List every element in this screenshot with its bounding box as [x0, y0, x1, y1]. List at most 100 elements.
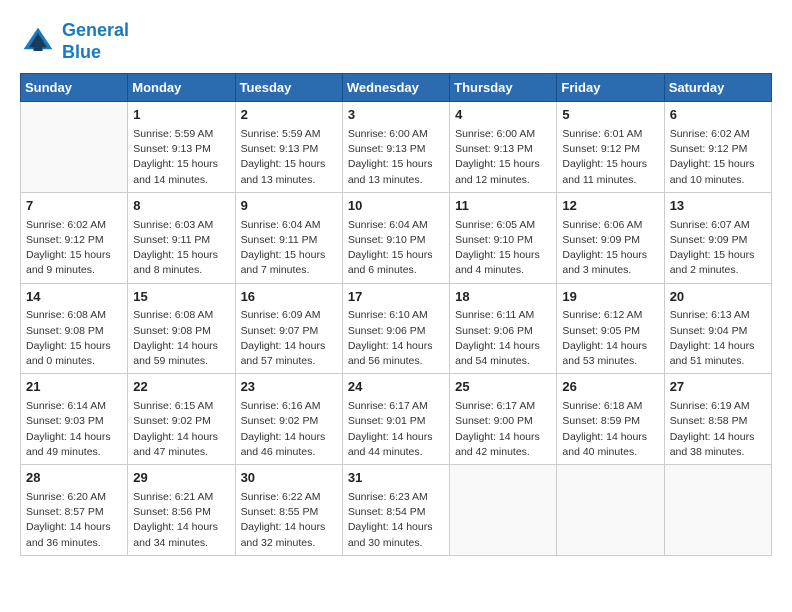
day-number: 25 — [455, 378, 551, 397]
col-header-monday: Monday — [128, 74, 235, 102]
day-info: Sunrise: 6:17 AM Sunset: 9:00 PM Dayligh… — [455, 399, 551, 460]
day-info: Sunrise: 6:05 AM Sunset: 9:10 PM Dayligh… — [455, 218, 551, 279]
day-number: 31 — [348, 469, 444, 488]
calendar-cell: 5 Sunrise: 6:01 AM Sunset: 9:12 PM Daylig… — [557, 102, 664, 193]
calendar-cell: 7 Sunrise: 6:02 AM Sunset: 9:12 PM Daylig… — [21, 192, 128, 283]
day-info: Sunrise: 6:15 AM Sunset: 9:02 PM Dayligh… — [133, 399, 229, 460]
col-header-tuesday: Tuesday — [235, 74, 342, 102]
calendar-cell: 24 Sunrise: 6:17 AM Sunset: 9:01 PM Dayli… — [342, 374, 449, 465]
calendar-table: SundayMondayTuesdayWednesdayThursdayFrid… — [20, 73, 772, 556]
day-number: 20 — [670, 288, 766, 307]
calendar-cell: 8Sunrise: 6:03 AM Sunset: 9:11 PM Daylig… — [128, 192, 235, 283]
day-info: Sunrise: 6:02 AM Sunset: 9:12 PM Dayligh… — [26, 218, 122, 279]
day-number: 23 — [241, 378, 337, 397]
calendar-cell: 21 Sunrise: 6:14 AM Sunset: 9:03 PM Dayli… — [21, 374, 128, 465]
day-info: Sunrise: 6:09 AM Sunset: 9:07 PM Dayligh… — [241, 308, 337, 369]
day-info: Sunrise: 6:22 AM Sunset: 8:55 PM Dayligh… — [241, 490, 337, 551]
calendar-cell — [664, 465, 771, 556]
calendar-cell: 23 Sunrise: 6:16 AM Sunset: 9:02 PM Dayli… — [235, 374, 342, 465]
calendar-cell: 22 Sunrise: 6:15 AM Sunset: 9:02 PM Dayli… — [128, 374, 235, 465]
calendar-cell: 9 Sunrise: 6:04 AM Sunset: 9:11 PM Daylig… — [235, 192, 342, 283]
week-row-3: 14Sunrise: 6:08 AM Sunset: 9:08 PM Dayli… — [21, 283, 772, 374]
day-info: Sunrise: 6:14 AM Sunset: 9:03 PM Dayligh… — [26, 399, 122, 460]
col-header-sunday: Sunday — [21, 74, 128, 102]
day-number: 8 — [133, 197, 229, 216]
day-info: Sunrise: 6:04 AM Sunset: 9:10 PM Dayligh… — [348, 218, 444, 279]
day-number: 22 — [133, 378, 229, 397]
day-info: Sunrise: 6:04 AM Sunset: 9:11 PM Dayligh… — [241, 218, 337, 279]
calendar-cell: 27Sunrise: 6:19 AM Sunset: 8:58 PM Dayli… — [664, 374, 771, 465]
col-header-friday: Friday — [557, 74, 664, 102]
calendar-cell: 19Sunrise: 6:12 AM Sunset: 9:05 PM Dayli… — [557, 283, 664, 374]
day-info: Sunrise: 5:59 AM Sunset: 9:13 PM Dayligh… — [241, 127, 337, 188]
day-info: Sunrise: 6:01 AM Sunset: 9:12 PM Dayligh… — [562, 127, 658, 188]
day-number: 17 — [348, 288, 444, 307]
calendar-cell: 31Sunrise: 6:23 AM Sunset: 8:54 PM Dayli… — [342, 465, 449, 556]
day-number: 5 — [562, 106, 658, 125]
day-info: Sunrise: 6:11 AM Sunset: 9:06 PM Dayligh… — [455, 308, 551, 369]
day-number: 12 — [562, 197, 658, 216]
day-info: Sunrise: 6:00 AM Sunset: 9:13 PM Dayligh… — [348, 127, 444, 188]
day-info: Sunrise: 6:08 AM Sunset: 9:08 PM Dayligh… — [133, 308, 229, 369]
day-number: 15 — [133, 288, 229, 307]
week-row-1: 1 Sunrise: 5:59 AM Sunset: 9:13 PM Daylig… — [21, 102, 772, 193]
col-header-wednesday: Wednesday — [342, 74, 449, 102]
day-info: Sunrise: 6:16 AM Sunset: 9:02 PM Dayligh… — [241, 399, 337, 460]
day-number: 28 — [26, 469, 122, 488]
day-info: Sunrise: 6:17 AM Sunset: 9:01 PM Dayligh… — [348, 399, 444, 460]
day-info: Sunrise: 6:19 AM Sunset: 8:58 PM Dayligh… — [670, 399, 766, 460]
day-info: Sunrise: 6:08 AM Sunset: 9:08 PM Dayligh… — [26, 308, 122, 369]
day-info: Sunrise: 6:06 AM Sunset: 9:09 PM Dayligh… — [562, 218, 658, 279]
day-number: 9 — [241, 197, 337, 216]
week-row-2: 7 Sunrise: 6:02 AM Sunset: 9:12 PM Daylig… — [21, 192, 772, 283]
week-row-5: 28 Sunrise: 6:20 AM Sunset: 8:57 PM Dayli… — [21, 465, 772, 556]
calendar-cell: 12 Sunrise: 6:06 AM Sunset: 9:09 PM Dayli… — [557, 192, 664, 283]
calendar-cell: 26Sunrise: 6:18 AM Sunset: 8:59 PM Dayli… — [557, 374, 664, 465]
calendar-cell: 1 Sunrise: 5:59 AM Sunset: 9:13 PM Daylig… — [128, 102, 235, 193]
day-info: Sunrise: 6:21 AM Sunset: 8:56 PM Dayligh… — [133, 490, 229, 551]
calendar-cell: 29Sunrise: 6:21 AM Sunset: 8:56 PM Dayli… — [128, 465, 235, 556]
day-number: 16 — [241, 288, 337, 307]
calendar-cell — [450, 465, 557, 556]
day-number: 6 — [670, 106, 766, 125]
col-header-saturday: Saturday — [664, 74, 771, 102]
day-info: Sunrise: 6:02 AM Sunset: 9:12 PM Dayligh… — [670, 127, 766, 188]
day-info: Sunrise: 6:10 AM Sunset: 9:06 PM Dayligh… — [348, 308, 444, 369]
week-row-4: 21 Sunrise: 6:14 AM Sunset: 9:03 PM Dayli… — [21, 374, 772, 465]
day-info: Sunrise: 6:18 AM Sunset: 8:59 PM Dayligh… — [562, 399, 658, 460]
day-number: 10 — [348, 197, 444, 216]
day-number: 4 — [455, 106, 551, 125]
day-number: 21 — [26, 378, 122, 397]
calendar-cell: 11 Sunrise: 6:05 AM Sunset: 9:10 PM Dayli… — [450, 192, 557, 283]
calendar-header: SundayMondayTuesdayWednesdayThursdayFrid… — [21, 74, 772, 102]
logo-icon — [20, 24, 56, 60]
day-number: 30 — [241, 469, 337, 488]
calendar-cell — [21, 102, 128, 193]
day-info: Sunrise: 6:12 AM Sunset: 9:05 PM Dayligh… — [562, 308, 658, 369]
calendar-header-row: SundayMondayTuesdayWednesdayThursdayFrid… — [21, 74, 772, 102]
calendar-cell: 6 Sunrise: 6:02 AM Sunset: 9:12 PM Daylig… — [664, 102, 771, 193]
calendar-cell: 13Sunrise: 6:07 AM Sunset: 9:09 PM Dayli… — [664, 192, 771, 283]
calendar-cell: 4 Sunrise: 6:00 AM Sunset: 9:13 PM Daylig… — [450, 102, 557, 193]
day-number: 14 — [26, 288, 122, 307]
calendar-cell — [557, 465, 664, 556]
calendar-cell: 18Sunrise: 6:11 AM Sunset: 9:06 PM Dayli… — [450, 283, 557, 374]
day-number: 11 — [455, 197, 551, 216]
day-number: 24 — [348, 378, 444, 397]
day-number: 7 — [26, 197, 122, 216]
day-info: Sunrise: 6:07 AM Sunset: 9:09 PM Dayligh… — [670, 218, 766, 279]
logo: General Blue — [20, 20, 129, 63]
day-number: 2 — [241, 106, 337, 125]
day-number: 1 — [133, 106, 229, 125]
calendar-cell: 28 Sunrise: 6:20 AM Sunset: 8:57 PM Dayli… — [21, 465, 128, 556]
day-info: Sunrise: 6:00 AM Sunset: 9:13 PM Dayligh… — [455, 127, 551, 188]
day-number: 3 — [348, 106, 444, 125]
day-info: Sunrise: 6:20 AM Sunset: 8:57 PM Dayligh… — [26, 490, 122, 551]
day-info: Sunrise: 5:59 AM Sunset: 9:13 PM Dayligh… — [133, 127, 229, 188]
calendar-cell: 3 Sunrise: 6:00 AM Sunset: 9:13 PM Daylig… — [342, 102, 449, 193]
calendar-cell: 14Sunrise: 6:08 AM Sunset: 9:08 PM Dayli… — [21, 283, 128, 374]
calendar-cell: 20Sunrise: 6:13 AM Sunset: 9:04 PM Dayli… — [664, 283, 771, 374]
day-number: 19 — [562, 288, 658, 307]
page-header: General Blue — [20, 20, 772, 63]
calendar-cell: 10 Sunrise: 6:04 AM Sunset: 9:10 PM Dayli… — [342, 192, 449, 283]
